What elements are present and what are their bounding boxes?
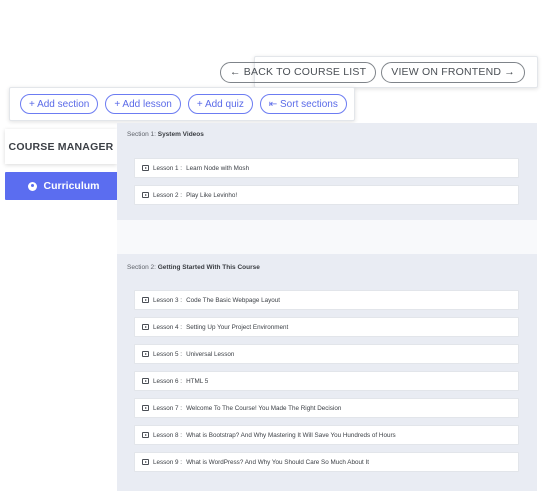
course-header-bar: ← BACK TO COURSE LIST VIEW ON FRONTEND →: [219, 56, 538, 88]
lesson-item[interactable]: Lesson 9 : What is WordPress? And Why Yo…: [134, 452, 519, 472]
lesson-prefix: Lesson 5 :: [153, 350, 183, 358]
lesson-item[interactable]: Lesson 4 : Setting Up Your Project Envir…: [134, 317, 519, 337]
lesson-name: HTML 5: [186, 377, 209, 385]
lesson-prefix: Lesson 7 :: [153, 404, 183, 412]
lesson-name: Universal Lesson: [186, 350, 235, 358]
section-divider: [117, 220, 537, 254]
video-icon: [142, 324, 149, 330]
lesson-prefix: Lesson 4 :: [153, 323, 183, 331]
lesson-prefix: Lesson 9 :: [153, 458, 183, 466]
video-icon: [142, 351, 149, 357]
course-manager-title: COURSE MANAGER: [5, 129, 117, 164]
lesson-item[interactable]: Lesson 6 : HTML 5: [134, 371, 519, 391]
lesson-name: Learn Node with Mosh: [186, 164, 250, 172]
video-icon: [142, 459, 149, 465]
sidebar-item-curriculum[interactable]: Curriculum: [5, 172, 123, 200]
lesson-item[interactable]: Lesson 8 : What is Bootstrap? And Why Ma…: [134, 425, 519, 445]
video-icon: [142, 432, 149, 438]
lesson-item[interactable]: Lesson 5 : Universal Lesson: [134, 344, 519, 364]
view-on-frontend-button[interactable]: VIEW ON FRONTEND →: [381, 61, 525, 83]
sidebar-item-label: Curriculum: [43, 180, 100, 192]
curriculum-toolbar: + Add section + Add lesson + Add quiz ⇤ …: [9, 87, 355, 121]
back-to-course-list-button[interactable]: ← BACK TO COURSE LIST: [219, 61, 377, 83]
lesson-name: Play Like Levinho!: [186, 191, 238, 199]
video-icon: [142, 165, 149, 171]
lesson-name: What is WordPress? And Why You Should Ca…: [186, 458, 370, 466]
lesson-name: What is Bootstrap? And Why Mastering It …: [186, 431, 396, 439]
lesson-item[interactable]: Lesson 7 : Welcome To The Course! You Ma…: [134, 398, 519, 418]
section-title: Section 2: Getting Started With This Cou…: [127, 264, 260, 271]
lesson-prefix: Lesson 1 :: [153, 164, 183, 172]
video-icon: [142, 405, 149, 411]
lesson-prefix: Lesson 6 :: [153, 377, 183, 385]
lesson-item[interactable]: Lesson 2 : Play Like Levinho!: [134, 185, 519, 205]
lesson-prefix: Lesson 8 :: [153, 431, 183, 439]
lesson-name: Welcome To The Course! You Made The Righ…: [186, 404, 342, 412]
section-prefix: Section 1:: [127, 131, 156, 138]
add-lesson-button[interactable]: + Add lesson: [105, 94, 181, 114]
section-prefix: Section 2:: [127, 264, 156, 271]
video-icon: [142, 378, 149, 384]
lesson-name: Code The Basic Webpage Layout: [186, 296, 280, 304]
add-section-button[interactable]: + Add section: [20, 94, 99, 114]
curriculum-panel: Section 1: System Videos Lesson 1 : Lear…: [117, 123, 537, 491]
lesson-item[interactable]: Lesson 1 : Learn Node with Mosh: [134, 158, 519, 178]
video-icon: [142, 297, 149, 303]
add-quiz-button[interactable]: + Add quiz: [187, 94, 253, 114]
user-icon: [28, 181, 38, 191]
section-title: Section 1: System Videos: [127, 131, 204, 138]
sort-sections-button[interactable]: ⇤ Sort sections: [259, 94, 347, 114]
video-icon: [142, 192, 149, 198]
lesson-item[interactable]: Lesson 3 : Code The Basic Webpage Layout: [134, 290, 519, 310]
section-name: Getting Started With This Course: [157, 264, 260, 271]
lesson-prefix: Lesson 2 :: [153, 191, 183, 199]
lesson-prefix: Lesson 3 :: [153, 296, 183, 304]
lesson-name: Setting Up Your Project Environment: [186, 323, 289, 331]
section-name: System Videos: [157, 131, 204, 138]
